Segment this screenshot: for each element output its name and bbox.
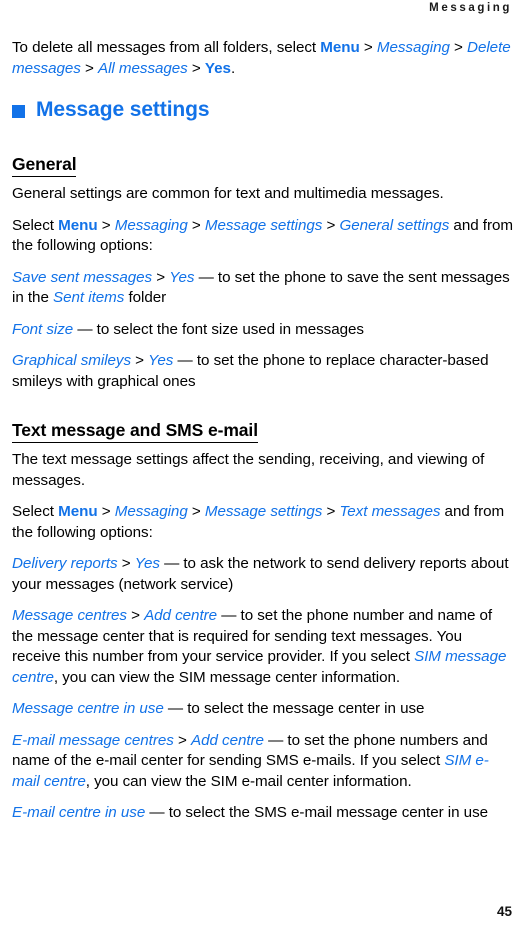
- option-term: Delivery reports: [12, 555, 118, 572]
- general-intro-paragraph: General settings are common for text and…: [12, 185, 444, 202]
- path-item-text-messages: Text messages: [339, 503, 441, 520]
- path-separator: >: [152, 268, 170, 286]
- option-term: Save sent messages: [12, 268, 153, 286]
- square-bullet-icon: [12, 104, 25, 118]
- path-item-message-settings: Message settings: [204, 216, 323, 234]
- path-separator: >: [80, 59, 98, 77]
- option-term: Font size: [12, 320, 74, 338]
- chapter-title-text: Message settings: [36, 98, 210, 121]
- path-separator: >: [131, 352, 149, 369]
- option-graphical-smileys: Graphical smileys > Yes — to set the pho…: [12, 351, 514, 392]
- path-item-sent-items: Sent items: [53, 289, 125, 306]
- option-delivery-reports: Delivery reports > Yes — to ask the netw…: [12, 554, 514, 595]
- option-description: — to select the font size used in messag…: [73, 320, 364, 338]
- option-term: Message centre in use: [12, 700, 164, 717]
- path-item-messaging: Messaging: [114, 216, 188, 234]
- path-separator: >: [173, 731, 191, 749]
- path-item-messaging: Messaging: [114, 503, 188, 520]
- option-description: — to select the SMS e-mail message cente…: [145, 804, 489, 821]
- path-separator: >: [322, 503, 340, 520]
- section-general: General General settings are common for …: [12, 137, 514, 392]
- option-term: Graphical smileys: [12, 352, 131, 369]
- menu-keyword: Menu: [320, 39, 360, 56]
- option-message-centre-in-use: Message centre in use — to select the me…: [12, 699, 514, 720]
- option-value-add-centre: Add centre: [190, 731, 264, 749]
- intro-paragraph: To delete all messages from all folders,…: [12, 38, 514, 79]
- path-item-messaging: Messaging: [376, 39, 450, 56]
- path-item-general-settings: General settings: [339, 216, 450, 234]
- intro-tail-text: .: [230, 59, 236, 77]
- sms-intro-paragraph: The text message settings affect the sen…: [12, 451, 485, 489]
- option-value-yes: Yes: [134, 555, 160, 572]
- menu-keyword: Menu: [58, 216, 98, 234]
- path-separator: >: [322, 216, 340, 234]
- option-value-yes: Yes: [148, 352, 174, 369]
- manual-page: Messaging To delete all messages from al…: [0, 0, 520, 925]
- page-number: 45: [496, 904, 512, 919]
- option-description-cont: , you can view the SIM e-mail center inf…: [85, 772, 412, 790]
- option-email-message-centres: E-mail message centres > Add centre — to…: [12, 731, 514, 793]
- path-separator: >: [359, 39, 377, 56]
- chapter-title: Message settings: [12, 99, 514, 121]
- option-term: E-mail centre in use: [12, 804, 146, 821]
- path-separator: >: [187, 59, 205, 77]
- section-heading-general: General: [12, 154, 77, 177]
- option-description-cont: , you can view the SIM message center in…: [53, 668, 401, 686]
- path-separator: >: [449, 39, 468, 56]
- path-item-yes: Yes: [204, 59, 231, 77]
- path-item-message-settings: Message settings: [204, 503, 323, 520]
- select-lead-text: Select: [12, 503, 59, 520]
- sms-select-paragraph: Select Menu > Messaging > Message settin…: [12, 502, 514, 543]
- option-term: E-mail message centres: [12, 731, 174, 749]
- section-heading-text-message-sms-email: Text message and SMS e-mail: [12, 420, 258, 443]
- general-select-paragraph: Select Menu > Messaging > Message settin…: [12, 216, 514, 257]
- option-description-cont: folder: [124, 289, 167, 306]
- section-text-message-sms-email: Text message and SMS e-mail The text mes…: [12, 403, 514, 824]
- path-separator: >: [187, 216, 205, 234]
- option-font-size: Font size — to select the font size used…: [12, 320, 514, 341]
- select-lead-text: Select: [12, 216, 59, 234]
- page-content: To delete all messages from all folders,…: [12, 38, 514, 835]
- option-description: — to select the message center in use: [163, 700, 425, 717]
- option-term: Message centres: [12, 607, 127, 624]
- path-item-all-messages: All messages: [98, 59, 188, 77]
- option-message-centres: Message centres > Add centre — to set th…: [12, 606, 514, 688]
- path-separator: >: [126, 607, 145, 624]
- option-email-centre-in-use: E-mail centre in use — to select the SMS…: [12, 803, 514, 824]
- path-separator: >: [187, 503, 205, 520]
- path-separator: >: [97, 503, 115, 520]
- running-header: Messaging: [429, 2, 512, 14]
- option-value-yes: Yes: [169, 268, 195, 286]
- option-value-add-centre: Add centre: [144, 607, 218, 624]
- path-separator: >: [117, 555, 135, 572]
- intro-lead-text: To delete all messages from all folders,…: [12, 39, 321, 56]
- menu-keyword: Menu: [58, 503, 98, 520]
- path-separator: >: [97, 216, 115, 234]
- option-save-sent-messages: Save sent messages > Yes — to set the ph…: [12, 268, 514, 309]
